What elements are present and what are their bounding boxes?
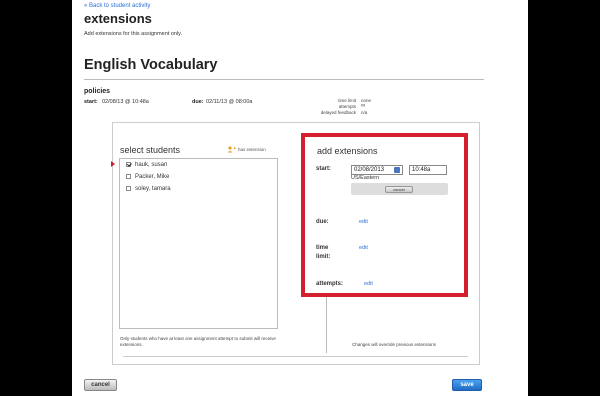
student-name: Packer, Mike	[135, 173, 170, 180]
attempts-edit-link[interactable]: edit	[364, 281, 373, 287]
has-extension-legend-label: has extension	[238, 147, 266, 152]
policy-start-value: 02/08/13 @ 10:48a	[102, 99, 149, 105]
divider	[84, 79, 484, 80]
start-time-input[interactable]: 10:48a	[409, 165, 447, 175]
student-name: soley, tamara	[135, 185, 171, 192]
has-extension-legend-icon	[227, 146, 237, 153]
extension-due-label: due:	[316, 219, 329, 225]
timezone-label: US/Eastern	[351, 175, 380, 181]
policy-due-label: due:	[192, 99, 204, 105]
cancel-button[interactable]: cancel	[84, 379, 117, 391]
override-note: Changes will override previous extension…	[352, 342, 437, 347]
student-checkbox[interactable]	[126, 186, 131, 191]
extension-attempts-label: attempts:	[316, 281, 344, 287]
policy-attempts-label: attempts	[338, 104, 356, 109]
page-subtitle: Add extensions for this assignment only.	[84, 31, 183, 37]
student-list-note: Only students who have at least one assi…	[120, 336, 276, 347]
policy-due-value: 02/11/13 @ 08:00a	[206, 99, 253, 105]
extension-start-label: start:	[316, 166, 332, 172]
extension-time-label: time	[316, 245, 329, 251]
save-button[interactable]: save	[452, 379, 482, 391]
extension-limit-label: limit:	[316, 254, 331, 260]
policy-attempts-value: ∞	[361, 103, 366, 109]
calendar-icon[interactable]	[394, 167, 400, 173]
student-checkbox[interactable]	[126, 162, 131, 167]
back-to-student-activity-link[interactable]: « Back to student activity	[84, 3, 150, 9]
due-edit-link[interactable]: edit	[359, 219, 368, 225]
list-item[interactable]: hauk, susan	[126, 160, 167, 169]
policy-time-limit-label: time limit	[338, 98, 356, 103]
extensions-page: « Back to student activity extensions Ad…	[72, 0, 528, 396]
add-extensions-title: add extensions	[317, 146, 378, 156]
add-extensions-box: add extensions start: 02/08/2013 10:48a …	[301, 133, 468, 297]
panel-bottom-divider	[123, 356, 468, 357]
start-cancel-button[interactable]: cancel	[385, 186, 413, 193]
student-list: hauk, susan Packer, Mike soley, tamara	[119, 158, 278, 329]
assignment-title: English Vocabulary	[84, 57, 218, 73]
policies-heading: policies	[84, 88, 111, 95]
select-students-title: select students	[120, 145, 181, 155]
selected-row-marker-icon	[111, 161, 115, 167]
list-item[interactable]: Packer, Mike	[126, 172, 169, 181]
policy-start-label: start:	[84, 99, 98, 105]
student-name: hauk, susan	[135, 161, 168, 168]
policy-delayed-feedback-label: delayed feedback	[320, 110, 356, 115]
policy-delayed-feedback-value: n/a	[361, 110, 368, 115]
student-checkbox[interactable]	[126, 174, 131, 179]
page-title: extensions	[84, 11, 152, 26]
list-item[interactable]: soley, tamara	[126, 184, 171, 193]
time-limit-edit-link[interactable]: edit	[359, 245, 368, 251]
